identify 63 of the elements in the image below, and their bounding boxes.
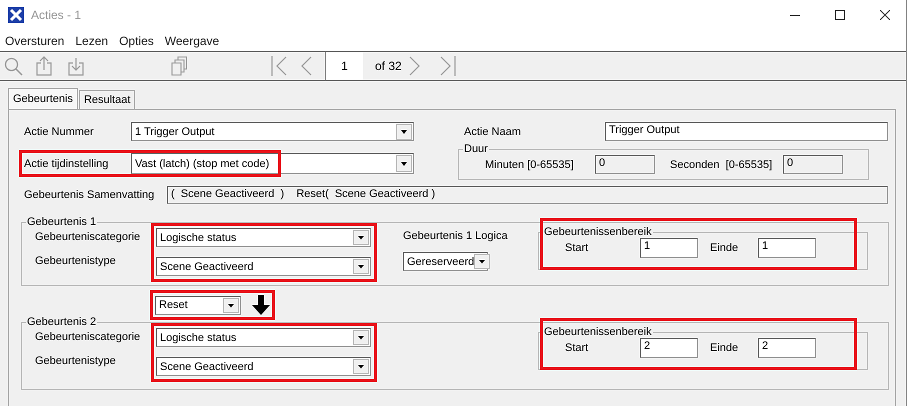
caret-icon	[353, 230, 369, 245]
page-count: of 32	[375, 59, 402, 73]
last-page-icon[interactable]	[438, 55, 456, 77]
page-field[interactable]: 1	[325, 52, 363, 80]
field-label: Gebeurtenistype	[35, 355, 117, 367]
menu-item[interactable]: Opties	[119, 34, 154, 48]
group-title: Gebeurtenis 1	[26, 216, 98, 228]
caret-icon	[353, 259, 369, 274]
field-label: Gebeurteniscategorie	[35, 231, 142, 243]
caret-icon	[353, 359, 369, 374]
field-label: Seconden [0-65535]	[670, 158, 774, 170]
input-field[interactable]: 2	[640, 338, 698, 358]
input-field[interactable]: 1	[758, 238, 816, 258]
field-label: Einde	[710, 342, 740, 354]
app-icon	[8, 7, 24, 23]
caret-icon	[474, 254, 490, 269]
search-icon[interactable]	[4, 56, 23, 76]
caret-icon	[353, 330, 369, 345]
field-label: Actie tijdinstelling	[24, 158, 110, 170]
down-arrow-icon	[252, 295, 270, 315]
tab[interactable]: Gebeurtenis	[8, 88, 78, 109]
menu-item[interactable]: Weergave	[164, 34, 220, 48]
field-label: Actie Naam	[464, 126, 522, 138]
window-title: Acties - 1	[31, 8, 82, 22]
caret-icon	[396, 155, 412, 172]
field-label: Gebeurtenis 1 Logica	[403, 230, 508, 242]
upload-icon[interactable]	[36, 56, 52, 76]
tab[interactable]: Resultaat	[78, 90, 136, 109]
input-field[interactable]: 2	[758, 338, 816, 358]
field-label: Gebeurteniscategorie	[35, 331, 142, 343]
field-label: Gebeurtenistype	[35, 255, 117, 267]
group-title: Duur	[463, 143, 489, 155]
dropdown[interactable]: Vast (latch) (stop met code)	[131, 153, 414, 174]
field-label: Start	[565, 242, 590, 254]
field-label: Gebeurtenis Samenvatting	[24, 189, 156, 201]
field-label: Start	[565, 342, 590, 354]
caret-icon	[223, 298, 239, 312]
dropdown[interactable]: Scene Geactiveerd	[156, 357, 371, 376]
maximize-icon[interactable]	[835, 10, 845, 20]
group-title: Gebeurtenissenbereik	[543, 326, 653, 338]
group-title: Gebeurtenissenbereik	[543, 226, 653, 238]
field-label: Actie Nummer	[24, 126, 95, 138]
dropdown[interactable]: Gereserveerd	[403, 252, 488, 271]
summary-field: ( Scene Geactiveerd ) Reset( Scene Geactiveerd )	[167, 186, 888, 204]
download-icon[interactable]	[68, 56, 84, 76]
dropdown[interactable]: 1 Trigger Output	[131, 122, 414, 141]
next-icon[interactable]	[408, 55, 422, 77]
dropdown[interactable]: Logische status	[156, 228, 371, 247]
caret-icon	[396, 124, 412, 140]
copy-icon[interactable]	[171, 56, 187, 76]
input-field[interactable]: 1	[640, 238, 698, 258]
first-page-icon[interactable]	[271, 55, 289, 77]
close-icon[interactable]	[880, 10, 890, 20]
dropdown[interactable]: Scene Geactiveerd	[156, 257, 371, 276]
dropdown[interactable]: Logische status	[156, 328, 371, 347]
dropdown[interactable]: Reset	[155, 296, 241, 314]
group-title: Gebeurtenis 2	[26, 316, 98, 328]
field-label: Einde	[710, 242, 740, 254]
field-label: Minuten [0-65535]	[485, 158, 575, 170]
menu-item[interactable]: Oversturen	[5, 34, 64, 48]
menu-item[interactable]: Lezen	[75, 34, 108, 48]
input-field[interactable]: Trigger Output	[605, 122, 888, 141]
previous-icon[interactable]	[299, 55, 313, 77]
